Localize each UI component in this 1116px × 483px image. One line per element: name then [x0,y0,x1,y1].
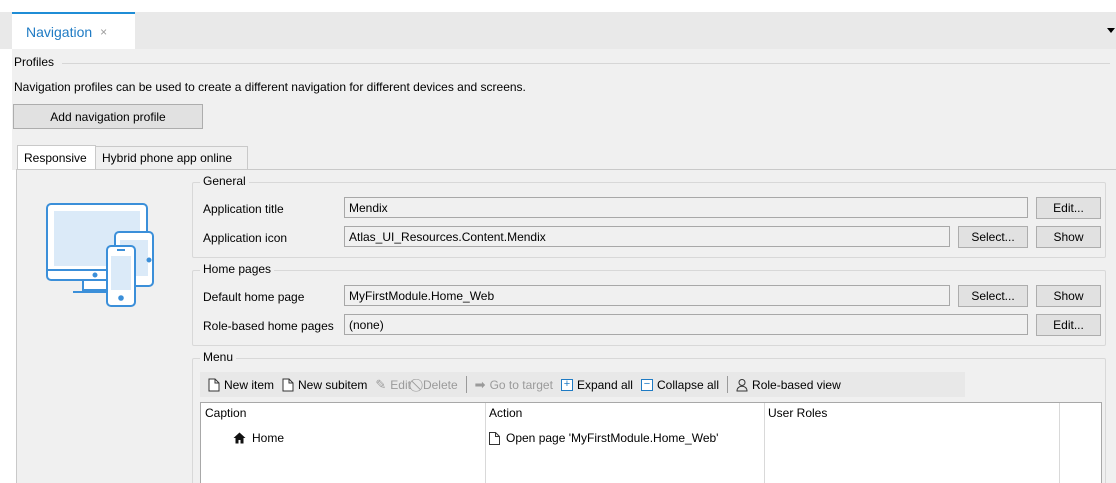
collapse-all-icon: − [640,378,653,391]
edit-button[interactable]: ✎ Edit [375,378,411,392]
document-tab-strip: Navigation × [0,0,1116,49]
profile-content-panel: General Application title Mendix Edit...… [16,169,1116,483]
user-icon [736,378,748,391]
application-title-edit-button[interactable]: Edit... [1036,197,1101,219]
responsive-devices-icon [46,203,154,307]
menu-toolbar: New item New subitem ✎ Edit ⃠ Delete ➡ G… [200,372,965,397]
toolbar-separator [727,376,729,393]
column-header-caption[interactable]: Caption [205,406,246,420]
home-icon [233,432,246,444]
column-divider [764,403,765,483]
role-based-view-label: Role-based view [752,377,841,392]
profiles-description: Navigation profiles can be used to creat… [14,80,526,94]
default-home-page-label: Default home page [203,290,305,304]
home-pages-legend: Home pages [200,262,275,276]
expand-all-label: Expand all [576,377,633,392]
default-home-page-select-button[interactable]: Select... [958,285,1028,307]
application-title-field[interactable]: Mendix [344,197,1028,218]
profiles-legend: Profiles [14,55,58,69]
column-divider [485,403,486,483]
profiles-divider [62,63,1110,64]
delete-label: Delete [422,377,458,392]
delete-button[interactable]: ⃠ Delete [419,378,458,392]
table-row[interactable]: Home [233,430,284,446]
column-divider [1059,403,1060,483]
add-navigation-profile-button[interactable]: Add navigation profile [13,104,203,129]
new-item-button[interactable]: New item [208,378,274,392]
menu-item-action-cell[interactable]: Open page 'MyFirstModule.Home_Web' [489,430,718,446]
column-header-user-roles[interactable]: User Roles [768,406,827,420]
tab-responsive[interactable]: Responsive [17,145,96,170]
tab-hybrid-phone-app-online[interactable]: Hybrid phone app online [96,146,248,170]
toolbar-separator [465,376,467,393]
collapse-all-label: Collapse all [656,377,720,392]
tab-navigation-label: Navigation [26,23,93,40]
go-to-target-label: Go to target [489,377,553,392]
default-home-page-show-button[interactable]: Show [1036,285,1101,307]
menu-items-table[interactable]: Caption Action User Roles Home Open page… [200,402,1102,483]
chevron-down-icon[interactable] [1107,28,1115,33]
application-title-label: Application title [203,202,284,216]
tab-navigation[interactable]: Navigation × [12,12,135,49]
new-subitem-label: New subitem [298,377,368,392]
new-document-icon [282,378,294,391]
expand-all-button[interactable]: + Expand all [560,377,633,392]
close-icon[interactable]: × [100,25,107,39]
tab-strip-background [0,12,1116,49]
role-based-home-pages-edit-button[interactable]: Edit... [1036,314,1101,336]
column-header-action[interactable]: Action [489,406,522,420]
default-home-page-field[interactable]: MyFirstModule.Home_Web [344,285,950,306]
page-icon [489,431,500,445]
profile-tabs: Responsive Hybrid phone app online [12,134,1116,170]
application-icon-label: Application icon [203,231,288,245]
arrow-right-icon: ➡ [474,377,486,392]
edit-label: Edit [390,377,411,392]
go-to-target-button[interactable]: ➡ Go to target [475,378,553,392]
application-icon-field[interactable]: Atlas_UI_Resources.Content.Mendix [344,226,950,247]
menu-item-caption: Home [252,431,285,445]
new-subitem-button[interactable]: New subitem [282,378,367,392]
collapse-all-button[interactable]: − Collapse all [640,377,720,392]
application-icon-show-button[interactable]: Show [1036,226,1101,248]
new-document-icon [208,378,220,391]
role-based-home-pages-label: Role-based home pages [203,319,334,333]
new-item-label: New item [224,377,275,392]
application-icon-select-button[interactable]: Select... [958,226,1028,248]
role-based-view-button[interactable]: Role-based view [736,378,841,392]
role-based-home-pages-field[interactable]: (none) [344,314,1028,335]
menu-legend: Menu [200,350,237,364]
pencil-icon: ✎ [375,377,387,392]
expand-all-icon: + [560,378,573,391]
profiles-section: Profiles Navigation profiles can be used… [12,49,1116,134]
menu-item-action: Open page 'MyFirstModule.Home_Web' [506,431,719,445]
general-legend: General [200,174,249,188]
